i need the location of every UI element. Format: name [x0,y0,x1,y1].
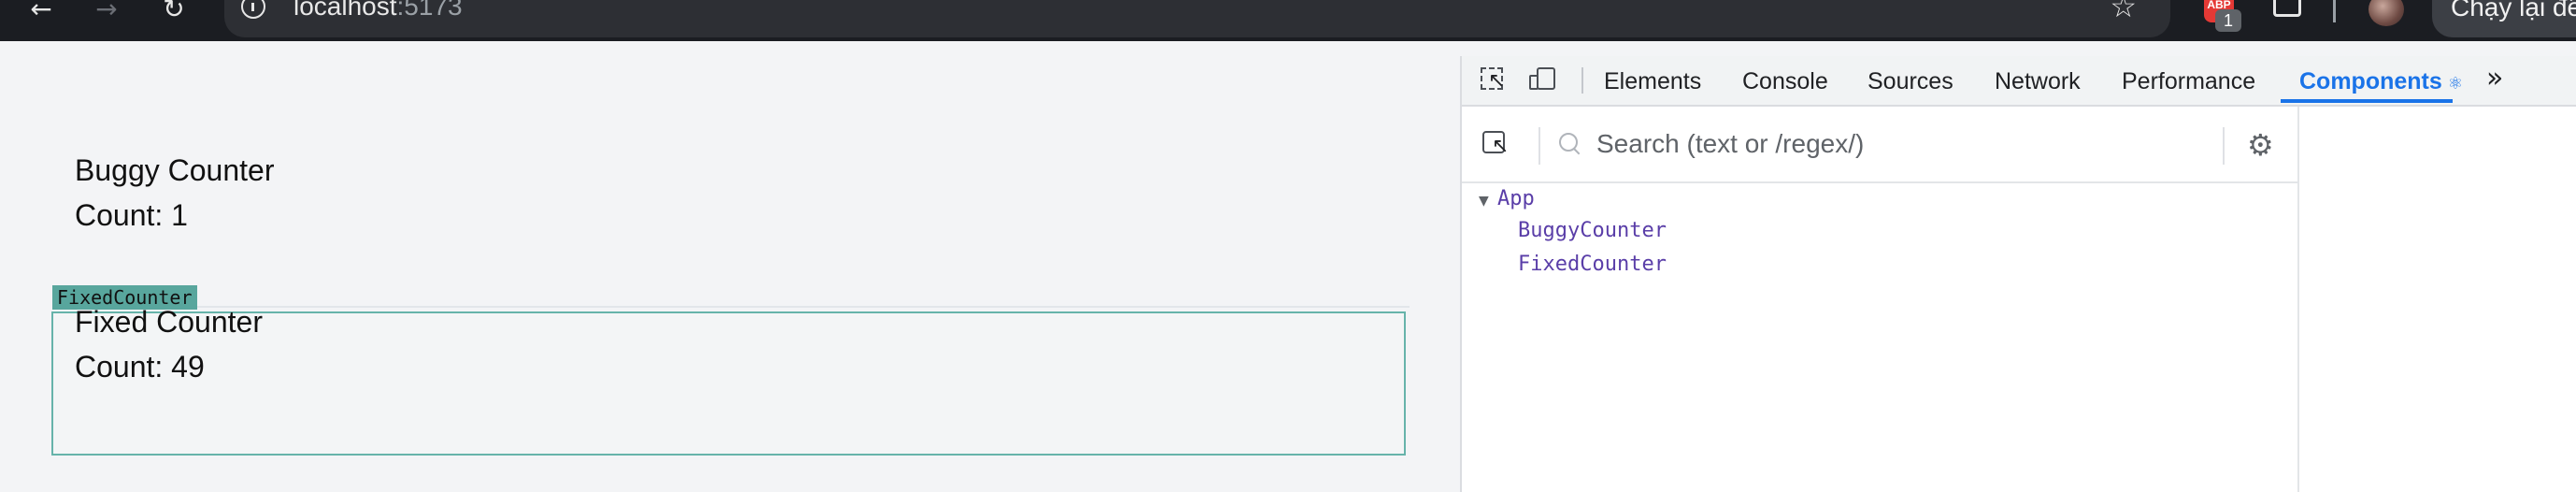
tree-node-fixedcounter[interactable]: FixedCounter [1518,253,1667,277]
tab-sources[interactable]: Sources [1868,67,1953,95]
tree-pane-divider[interactable] [2297,107,2299,492]
tab-performance[interactable]: Performance [2122,67,2255,95]
active-tab-indicator [2281,99,2453,103]
relaunch-label: Chạy lại để [2451,0,2576,22]
buggy-counter-title: Buggy Counter [75,153,275,187]
device-toolbar-icon[interactable] [1529,65,1557,94]
tab-components[interactable]: Components ⚛ [2299,67,2463,98]
tree-node-app[interactable]: ▼ App [1479,187,1535,213]
extension-badge: 1 [2215,9,2241,32]
component-search-input[interactable] [1596,123,2176,165]
search-icon [1559,133,1578,152]
extensions-puzzle-icon[interactable] [2273,0,2301,17]
tree-node-buggycounter[interactable]: BuggyCounter [1518,219,1667,243]
forward-arrow-icon[interactable]: → [90,0,123,26]
devtools-tab-bar: Elements Console Sources Network Perform… [1462,56,2576,107]
more-tabs-chevron-icon[interactable]: » [2486,62,2503,95]
site-info-icon[interactable] [241,0,265,19]
toolbar-divider [2333,0,2336,22]
fixed-counter-title: Fixed Counter [75,305,263,339]
select-component-icon[interactable] [1482,131,1510,159]
tab-elements[interactable]: Elements [1604,67,1701,95]
relaunch-button[interactable]: Chạy lại để [2432,0,2576,37]
settings-gear-icon[interactable]: ⚙ [2247,129,2274,161]
tab-separator [1581,67,1583,94]
fixed-counter-count: Count: 49 [75,350,205,383]
address-bar[interactable]: localhost:5173 ☆ [224,0,2170,37]
tree-node-label: App [1497,187,1535,210]
buggy-counter-count: Count: 1 [75,198,188,232]
toolbar-separator [2223,127,2225,165]
tab-components-label: Components [2299,68,2442,94]
caret-down-icon[interactable]: ▼ [1479,189,1497,213]
back-arrow-icon[interactable]: ← [24,0,58,26]
react-logo-icon: ⚛ [2447,74,2463,94]
app-page: Buggy Counter Count: 1 FixedCounter Fixe… [0,56,1460,492]
url-text[interactable]: localhost:5173 [293,0,463,20]
bookmark-star-icon[interactable]: ☆ [2110,0,2137,22]
tab-console[interactable]: Console [1742,67,1828,95]
reload-icon[interactable]: ↻ [157,0,191,26]
browser-toolbar: ← → ↻ localhost:5173 ☆ ABP 1 Chạy lại để [0,0,2576,41]
devtools-panel: Elements Console Sources Network Perform… [1460,56,2576,492]
tab-network[interactable]: Network [1995,67,2081,95]
toolbar-separator [1538,127,1540,165]
inspect-element-icon[interactable] [1479,65,1507,94]
components-toolbar: ⚙ [1462,107,2297,183]
profile-avatar[interactable] [2368,0,2404,26]
